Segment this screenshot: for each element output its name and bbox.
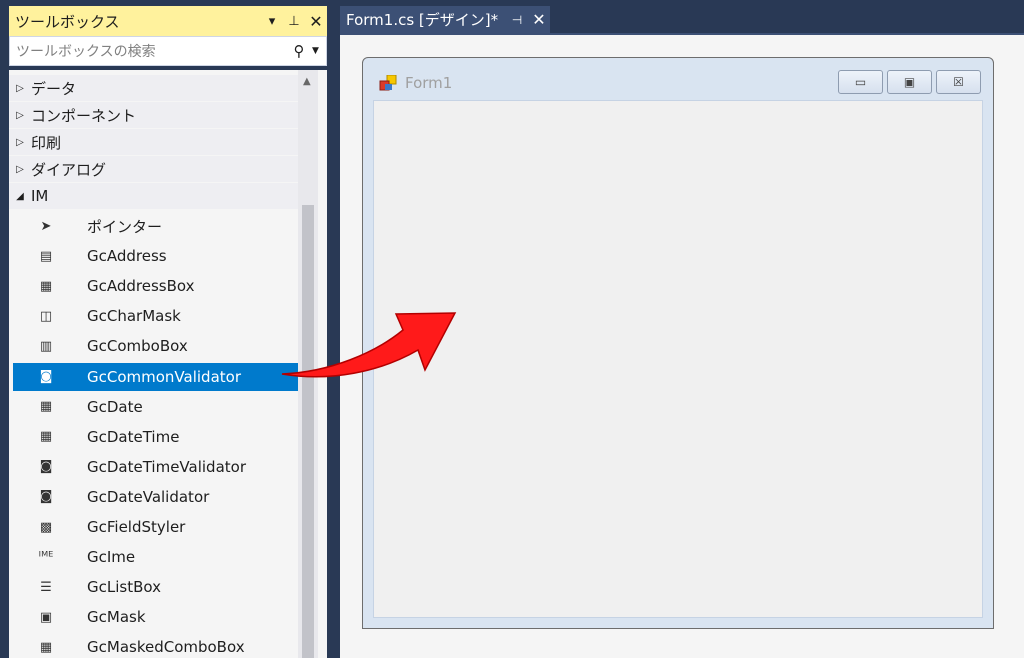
maximize-button[interactable]: ▣	[887, 70, 932, 94]
vertical-scrollbar[interactable]: ▲	[298, 70, 318, 658]
pointer-icon: ➤	[40, 218, 52, 234]
scroll-up-icon[interactable]: ▲	[303, 76, 311, 87]
toolbox-item-label: ポインター	[87, 217, 163, 236]
close-button[interactable]: ☒	[936, 70, 981, 94]
toolbox-item-label: GcListBox	[87, 578, 161, 597]
tab-form1-design[interactable]: Form1.cs [デザイン]* ⊣ ✕	[340, 6, 550, 33]
toolbox-item[interactable]: ◫ GcCharMask	[13, 302, 302, 330]
maximize-icon: ▣	[903, 75, 916, 89]
toolbox-item[interactable]: ◙ GcDateTimeValidator	[13, 453, 302, 481]
gcaddress-icon: ▤	[39, 248, 53, 264]
toolbox-panel: ツールボックス ▾ ⊥ ✕ ツールボックスの検索 ⚲ ▼ ▷ データ ▷ コンポーネン…	[0, 0, 330, 658]
toolbox-item[interactable]: ◙ GcDateValidator	[13, 483, 302, 511]
collapsed-triangle-icon[interactable]: ▷	[9, 164, 31, 175]
gccharmask-icon: ◫	[39, 308, 53, 324]
toolbox-item[interactable]: ▩ GcFieldStyler	[13, 513, 302, 541]
toolbox-item[interactable]: ▥ GcComboBox	[13, 332, 302, 360]
gcdatetimevalidator-icon: ◙	[39, 459, 53, 475]
toolbox-item-label: GcFieldStyler	[87, 518, 186, 536]
toolbox-item-label: GcCommonValidator	[87, 367, 241, 386]
collapsed-triangle-icon[interactable]: ▷	[9, 110, 31, 121]
toolbox-search[interactable]: ツールボックスの検索 ⚲ ▼	[9, 36, 327, 66]
toolbox-title: ツールボックス	[15, 12, 120, 31]
toolbox-item-label: GcMask	[87, 608, 146, 627]
window-buttons: ▭ ▣ ☒	[838, 70, 981, 94]
gcime-icon: ᴵᴹᴱ	[38, 549, 54, 565]
toolbox-category-label: ダイアログ	[31, 160, 107, 179]
close-icon[interactable]: ✕	[528, 10, 550, 29]
expanded-triangle-icon[interactable]: ◢	[9, 191, 31, 202]
gcmaskedcombobox-icon: ▦	[39, 639, 53, 655]
pin-icon[interactable]: ⊥	[283, 14, 305, 29]
close-icon: ☒	[953, 75, 964, 89]
collapsed-triangle-icon[interactable]: ▷	[9, 83, 31, 94]
minimize-button[interactable]: ▭	[838, 70, 883, 94]
toolbox-category[interactable]: ▷ コンポーネント	[9, 102, 302, 128]
toolbox-category[interactable]: ▷ 印刷	[9, 129, 302, 155]
toolbox-item[interactable]: ᴵᴹᴱ GcIme	[13, 543, 302, 571]
gcdatetime-icon: ▦	[39, 429, 53, 445]
toolbox-category-label: コンポーネント	[31, 106, 137, 125]
toolbox-item[interactable]: ▦ GcMaskedComboBox	[13, 633, 302, 658]
toolbox-category[interactable]: ▷ データ	[9, 75, 302, 101]
form-title: Form1	[405, 74, 453, 92]
toolbox-header: ツールボックス ▾ ⊥ ✕	[9, 6, 327, 36]
toolbox-item-label: GcComboBox	[87, 337, 188, 356]
toolbox-item[interactable]: ▦ GcAddressBox	[13, 272, 302, 300]
toolbox-category-label: IM	[31, 187, 49, 205]
toolbox-item-label: GcAddressBox	[87, 277, 195, 296]
minimize-icon: ▭	[854, 75, 867, 89]
toolbox-item[interactable]: ▤ GcAddress	[13, 242, 302, 270]
form-window[interactable]: Form1 ▭ ▣ ☒	[362, 57, 994, 629]
toolbox-item-label: GcMaskedComboBox	[87, 638, 245, 657]
close-icon[interactable]: ✕	[305, 12, 327, 31]
toolbox-item-label: GcDateTime	[87, 427, 180, 446]
gcdate-icon: ▦	[39, 399, 53, 415]
gccombobox-icon: ▥	[39, 338, 53, 354]
toolbox-item-label: GcIme	[87, 548, 136, 567]
toolbox-category[interactable]: ▷ ダイアログ	[9, 156, 302, 182]
toolbox-item[interactable]: ▦ GcDate	[13, 393, 302, 421]
toolbox-item[interactable]: ➤ ポインター	[13, 212, 302, 240]
toolbox-item-label: GcDateTimeValidator	[87, 457, 246, 476]
gclistbox-icon: ☰	[40, 579, 52, 595]
gcdatevalidator-icon: ◙	[39, 489, 53, 505]
pin-icon[interactable]: ⊣	[506, 13, 528, 27]
form-icon	[379, 74, 397, 91]
gcfieldstyler-icon: ▩	[39, 519, 53, 535]
toolbox-category-label: データ	[31, 79, 77, 98]
search-input[interactable]: ツールボックスの検索	[10, 41, 286, 61]
toolbox-category[interactable]: ◢ IM	[9, 183, 302, 209]
gcmask-icon: ▣	[39, 609, 53, 625]
toolbox-item-label: GcCharMask	[87, 307, 181, 326]
collapsed-triangle-icon[interactable]: ▷	[9, 137, 31, 148]
form-client-area[interactable]	[373, 100, 983, 618]
chevron-down-icon[interactable]: ▼	[312, 46, 326, 56]
chevron-down-icon[interactable]: ▾	[261, 14, 283, 29]
gccommonvalidator-icon: ◙	[39, 369, 53, 384]
form-title-bar: Form1	[379, 74, 452, 92]
toolbox-item[interactable]: ▣ GcMask	[13, 603, 302, 631]
toolbox-list: ▷ データ ▷ コンポーネント ▷ 印刷 ▷ ダイアログ ◢ IM ➤ ポインター ▤ GcAddress…	[9, 70, 327, 658]
search-icon[interactable]: ⚲	[286, 42, 312, 60]
toolbox-item[interactable]: ▦ GcDateTime	[13, 423, 302, 451]
toolbox-category-label: 印刷	[31, 133, 62, 152]
toolbox-item[interactable]: ◙ GcCommonValidator	[13, 362, 302, 391]
gcaddressbox-icon: ▦	[39, 278, 53, 294]
toolbox-item-label: GcDate	[87, 397, 143, 416]
toolbox-item-label: GcAddress	[87, 247, 167, 266]
toolbox-item-label: GcDateValidator	[87, 487, 210, 506]
scrollbar-thumb[interactable]	[302, 205, 314, 658]
toolbox-item[interactable]: ☰ GcListBox	[13, 573, 302, 601]
tab-label: Form1.cs [デザイン]*	[346, 11, 499, 29]
